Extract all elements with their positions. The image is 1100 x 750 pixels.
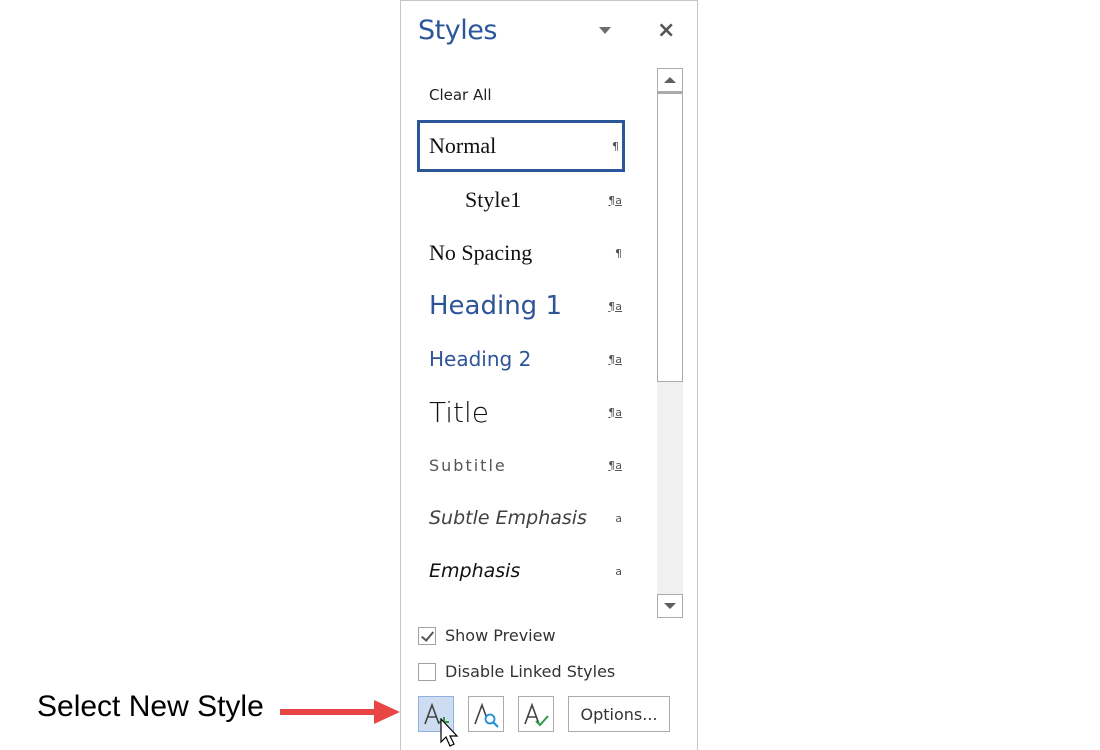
close-icon[interactable]: ×	[657, 18, 675, 44]
scroll-down-button[interactable]	[657, 594, 683, 618]
checkbox-checked[interactable]	[418, 626, 436, 645]
manage-styles-icon	[524, 702, 549, 727]
paragraph-style-icon: ¶	[612, 139, 619, 153]
style-item-subtitle[interactable]: Subtitle ¶a	[417, 439, 625, 491]
style-name: Heading 2	[429, 347, 532, 371]
scroll-up-button[interactable]	[657, 68, 683, 92]
paragraph-style-icon: ¶	[615, 246, 622, 260]
pane-options-dropdown-icon[interactable]	[599, 27, 611, 34]
style-item-heading-1[interactable]: Heading 1 ¶a	[417, 280, 625, 332]
style-name: Intense Emphasis	[429, 614, 597, 617]
styles-list: Clear All Normal ¶ Style1 ¶a No Spacing …	[417, 69, 629, 617]
style-name: Heading 1	[429, 291, 562, 321]
manage-styles-button[interactable]	[518, 696, 554, 732]
arrow-down-icon	[664, 603, 676, 609]
annotation-label: Select New Style	[37, 690, 264, 723]
annotation-arrow	[280, 700, 400, 724]
linked-style-icon: ¶a	[608, 299, 622, 313]
character-style-icon: a	[615, 511, 622, 525]
style-item-style1[interactable]: Style1 ¶a	[417, 174, 625, 226]
checkmark-icon	[420, 627, 435, 642]
style-name: Subtle Emphasis	[429, 507, 587, 529]
style-name: Subtitle	[429, 455, 507, 475]
style-inspector-button[interactable]	[468, 696, 504, 732]
style-item-no-spacing[interactable]: No Spacing ¶	[417, 227, 625, 279]
show-preview-checkbox[interactable]: Show Preview	[418, 626, 556, 645]
linked-style-icon: ¶a	[608, 458, 622, 472]
style-inspector-icon	[474, 702, 499, 728]
style-name: Style1	[465, 187, 522, 212]
style-item-heading-2[interactable]: Heading 2 ¶a	[417, 333, 625, 385]
style-item-emphasis[interactable]: Emphasis a	[417, 545, 625, 597]
linked-style-icon: ¶a	[608, 352, 622, 366]
arrow-up-icon	[664, 77, 676, 83]
character-style-icon: a	[615, 564, 622, 578]
style-name: No Spacing	[429, 240, 533, 265]
disable-linked-styles-label: Disable Linked Styles	[445, 662, 616, 681]
style-name: Normal	[429, 133, 497, 158]
options-button[interactable]: Options...	[568, 696, 670, 732]
scroll-thumb[interactable]	[657, 92, 683, 382]
styles-scrollbar[interactable]	[657, 68, 683, 618]
style-name: Title	[429, 395, 490, 429]
mouse-pointer-icon	[440, 718, 459, 747]
linked-style-icon: ¶a	[608, 405, 622, 419]
style-name: Clear All	[429, 86, 492, 104]
styles-pane: Styles × Clear All Normal ¶ Style1 ¶a No…	[400, 0, 698, 750]
linked-style-icon: ¶a	[608, 193, 622, 207]
style-name: Emphasis	[429, 560, 521, 582]
show-preview-label: Show Preview	[445, 626, 556, 645]
checkbox-unchecked[interactable]	[418, 662, 436, 681]
style-item-clear-all[interactable]: Clear All	[417, 69, 625, 121]
style-item-intense-emphasis[interactable]: Intense Emphasis a	[417, 599, 625, 617]
style-item-subtle-emphasis[interactable]: Subtle Emphasis a	[417, 492, 625, 544]
style-item-title[interactable]: Title ¶a	[417, 386, 625, 438]
pane-title: Styles	[418, 15, 497, 46]
disable-linked-styles-checkbox[interactable]: Disable Linked Styles	[418, 662, 615, 681]
style-item-normal[interactable]: Normal ¶	[417, 120, 625, 172]
